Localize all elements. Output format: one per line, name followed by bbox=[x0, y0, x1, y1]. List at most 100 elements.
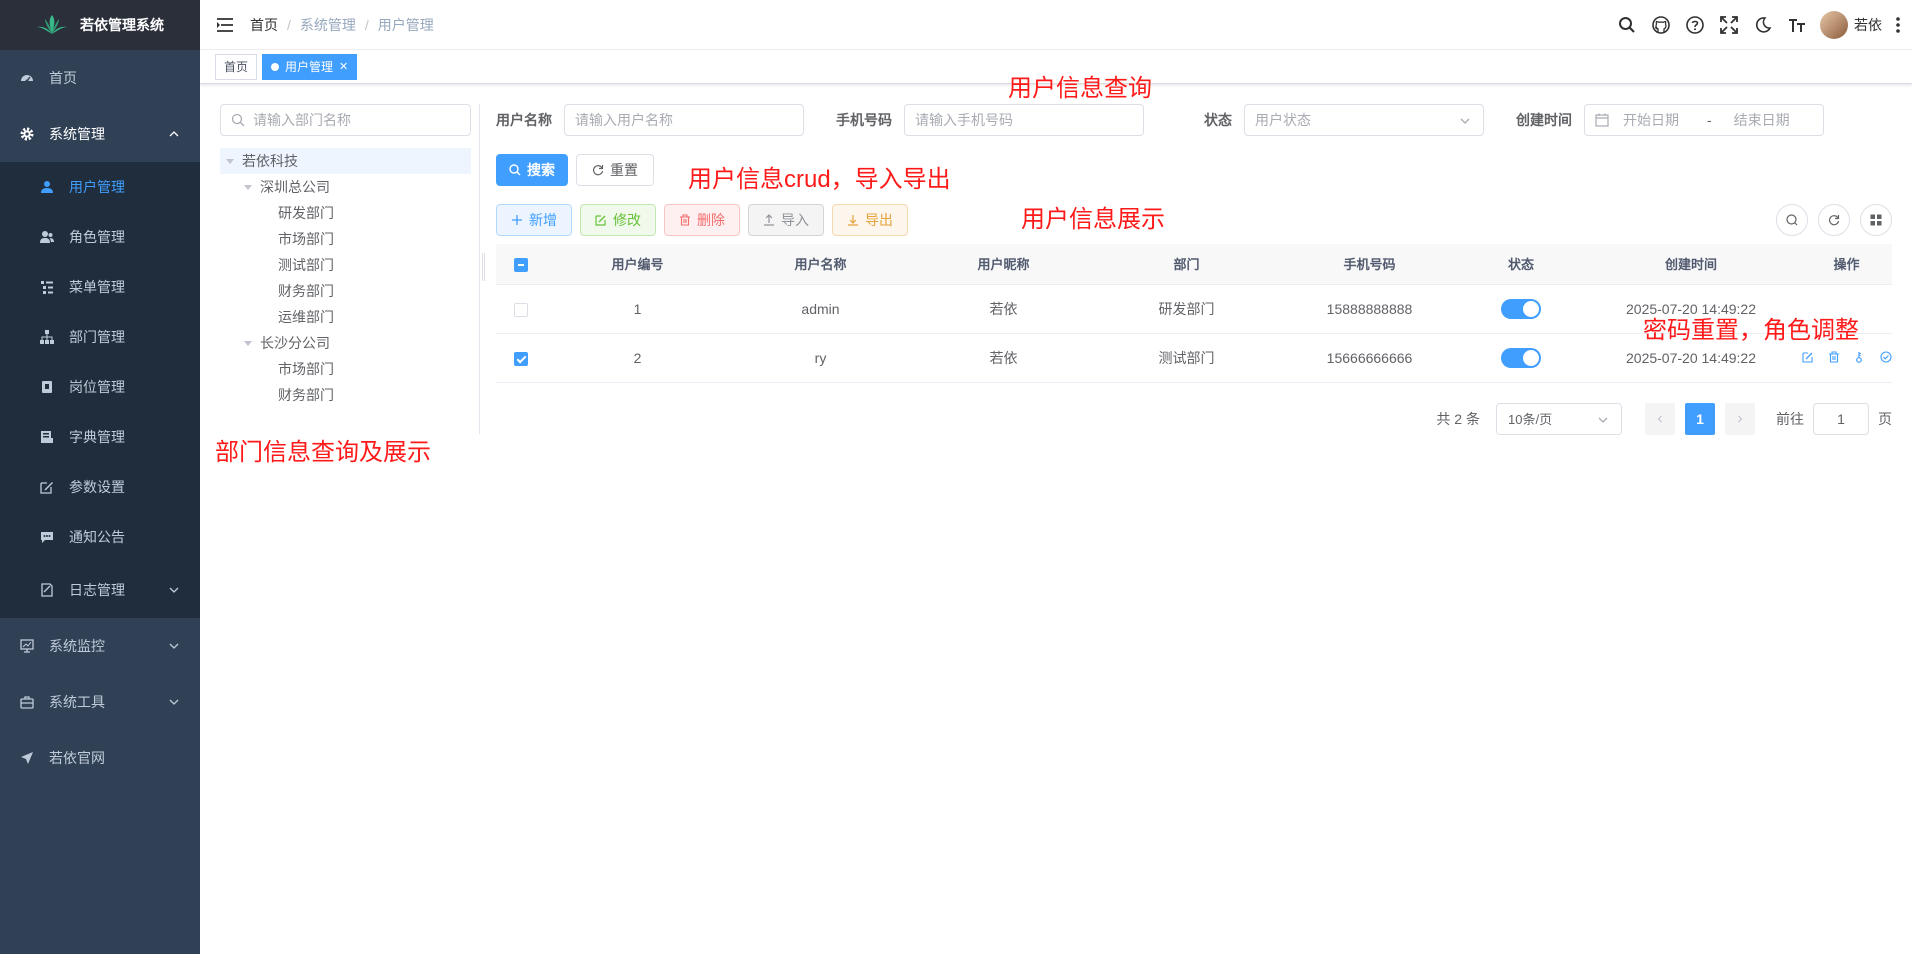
username[interactable]: 若依 bbox=[1854, 15, 1882, 35]
export-button[interactable]: 导出 bbox=[832, 204, 908, 236]
tree-node-label: 财务部门 bbox=[278, 283, 334, 299]
toggle-search-button[interactable] bbox=[1776, 204, 1808, 236]
sidebar-item-system[interactable]: 系统管理 bbox=[0, 106, 200, 162]
tree-node[interactable]: 若依科技 bbox=[220, 148, 471, 174]
logo[interactable]: 若依管理系统 bbox=[0, 0, 200, 50]
message-icon bbox=[40, 530, 54, 544]
splitter-handle[interactable] bbox=[482, 253, 485, 281]
search-button[interactable]: 搜索 bbox=[496, 154, 568, 186]
breadcrumb-home[interactable]: 首页 bbox=[250, 15, 278, 35]
row-actions bbox=[1801, 350, 1892, 363]
column-header[interactable]: 部门 bbox=[1095, 244, 1278, 285]
download-icon bbox=[848, 215, 858, 226]
close-icon[interactable]: ✕ bbox=[339, 55, 348, 79]
column-header[interactable]: 手机号码 bbox=[1278, 244, 1461, 285]
phone-input[interactable]: 请输入手机号码 bbox=[904, 104, 1144, 136]
github-icon[interactable] bbox=[1652, 16, 1670, 34]
hamburger-icon[interactable] bbox=[216, 16, 234, 34]
main-area: 首页 / 系统管理 / 用户管理 若依 首页 用户管理 ✕ 请输入部门名称 若依… bbox=[200, 0, 1912, 954]
fullscreen-icon[interactable] bbox=[1720, 16, 1738, 34]
caret-down-icon[interactable] bbox=[244, 340, 252, 346]
question-icon[interactable] bbox=[1686, 16, 1704, 34]
date-range-picker[interactable]: 开始日期 - 结束日期 bbox=[1584, 104, 1824, 136]
pane-splitter[interactable] bbox=[479, 104, 481, 434]
moon-icon[interactable] bbox=[1754, 16, 1772, 34]
columns-button[interactable] bbox=[1860, 204, 1892, 236]
row-checkbox[interactable] bbox=[514, 302, 528, 317]
sidebar-item-monitor[interactable]: 系统监控 bbox=[0, 618, 200, 674]
tree-node[interactable]: 长沙分公司 bbox=[220, 330, 471, 356]
dept-search-input[interactable]: 请输入部门名称 bbox=[220, 104, 471, 136]
sidebar-item-tool[interactable]: 系统工具 bbox=[0, 674, 200, 730]
column-header[interactable]: 用户编号 bbox=[546, 244, 729, 285]
sidebar-item-dept[interactable]: 部门管理 bbox=[0, 312, 200, 362]
chevron-down-icon bbox=[169, 587, 179, 593]
trash-icon[interactable] bbox=[1828, 350, 1840, 363]
right-toolbar bbox=[1766, 204, 1892, 236]
tree-node[interactable]: 测试部门 bbox=[220, 252, 471, 278]
page-number-button[interactable]: 1 bbox=[1685, 402, 1715, 435]
tree-table-icon bbox=[40, 280, 54, 294]
delete-button-label: 删除 bbox=[697, 212, 725, 228]
sidebar-item-website[interactable]: 若依官网 bbox=[0, 730, 200, 786]
sidebar-item-menu[interactable]: 菜单管理 bbox=[0, 262, 200, 312]
circle-check-icon[interactable] bbox=[1879, 350, 1892, 363]
sidebar-item-log[interactable]: 日志管理 bbox=[0, 562, 200, 618]
font-size-icon[interactable] bbox=[1788, 16, 1806, 34]
annotation-dept: 部门信息查询及展示 bbox=[215, 439, 431, 466]
more-icon[interactable] bbox=[1890, 16, 1906, 34]
avatar[interactable] bbox=[1820, 11, 1848, 39]
reset-button[interactable]: 重置 bbox=[576, 154, 654, 186]
status-select[interactable]: 用户状态 bbox=[1244, 104, 1484, 136]
sidebar-item-config[interactable]: 参数设置 bbox=[0, 462, 200, 512]
prev-page-button[interactable] bbox=[1645, 402, 1675, 435]
column-header[interactable]: 状态 bbox=[1461, 244, 1581, 285]
tree-node[interactable]: 深圳总公司 bbox=[220, 174, 471, 200]
edit-button-label: 修改 bbox=[613, 212, 641, 228]
select-all-checkbox[interactable] bbox=[514, 257, 528, 272]
username-input[interactable]: 请输入用户名称 bbox=[564, 104, 804, 136]
add-button[interactable]: 新增 bbox=[496, 204, 572, 236]
next-page-button[interactable] bbox=[1725, 402, 1755, 435]
key-icon[interactable] bbox=[1854, 351, 1866, 363]
username-label: 用户名称 bbox=[496, 112, 552, 128]
sidebar-item-home[interactable]: 首页 bbox=[0, 50, 200, 106]
status-switch[interactable] bbox=[1501, 347, 1541, 368]
sidebar-item-dict[interactable]: 字典管理 bbox=[0, 412, 200, 462]
row-checkbox[interactable] bbox=[514, 351, 528, 366]
tree-node-label: 若依科技 bbox=[242, 153, 298, 169]
sidebar-item-post[interactable]: 岗位管理 bbox=[0, 362, 200, 412]
column-header[interactable]: 用户名称 bbox=[729, 244, 912, 285]
search-icon[interactable] bbox=[1618, 16, 1636, 34]
sidebar-item-notice[interactable]: 通知公告 bbox=[0, 512, 200, 562]
page-size-select[interactable]: 10条/页 bbox=[1496, 402, 1622, 435]
tag-home[interactable]: 首页 bbox=[215, 53, 258, 80]
tree-node[interactable]: 市场部门 bbox=[220, 356, 471, 382]
sidebar-item-label: 系统工具 bbox=[49, 694, 105, 710]
chevron-down-icon bbox=[1598, 417, 1608, 423]
end-date-placeholder[interactable]: 结束日期 bbox=[1734, 110, 1790, 130]
edit-icon[interactable] bbox=[1801, 351, 1814, 363]
edit-button[interactable]: 修改 bbox=[580, 204, 656, 236]
sidebar-item-role[interactable]: 角色管理 bbox=[0, 212, 200, 262]
username-placeholder: 请输入用户名称 bbox=[575, 112, 673, 128]
delete-button[interactable]: 删除 bbox=[664, 204, 740, 236]
search-button-label: 搜索 bbox=[527, 162, 555, 178]
goto-page-input[interactable]: 1 bbox=[1813, 402, 1869, 435]
refresh-button[interactable] bbox=[1818, 204, 1850, 236]
caret-down-icon[interactable] bbox=[226, 158, 234, 164]
column-header[interactable]: 创建时间 bbox=[1581, 244, 1801, 285]
tree-node[interactable]: 研发部门 bbox=[220, 200, 471, 226]
peoples-icon bbox=[40, 230, 54, 244]
tree-node[interactable]: 市场部门 bbox=[220, 226, 471, 252]
sidebar-item-user[interactable]: 用户管理 bbox=[0, 162, 200, 212]
import-button[interactable]: 导入 bbox=[748, 204, 824, 236]
start-date-placeholder[interactable]: 开始日期 bbox=[1623, 110, 1693, 130]
tree-node[interactable]: 运维部门 bbox=[220, 304, 471, 330]
tag-user-management[interactable]: 用户管理 ✕ bbox=[262, 53, 358, 80]
tree-node[interactable]: 财务部门 bbox=[220, 382, 471, 408]
caret-down-icon[interactable] bbox=[244, 184, 252, 190]
status-switch[interactable] bbox=[1501, 298, 1541, 319]
column-header[interactable]: 用户昵称 bbox=[912, 244, 1095, 285]
tree-node[interactable]: 财务部门 bbox=[220, 278, 471, 304]
